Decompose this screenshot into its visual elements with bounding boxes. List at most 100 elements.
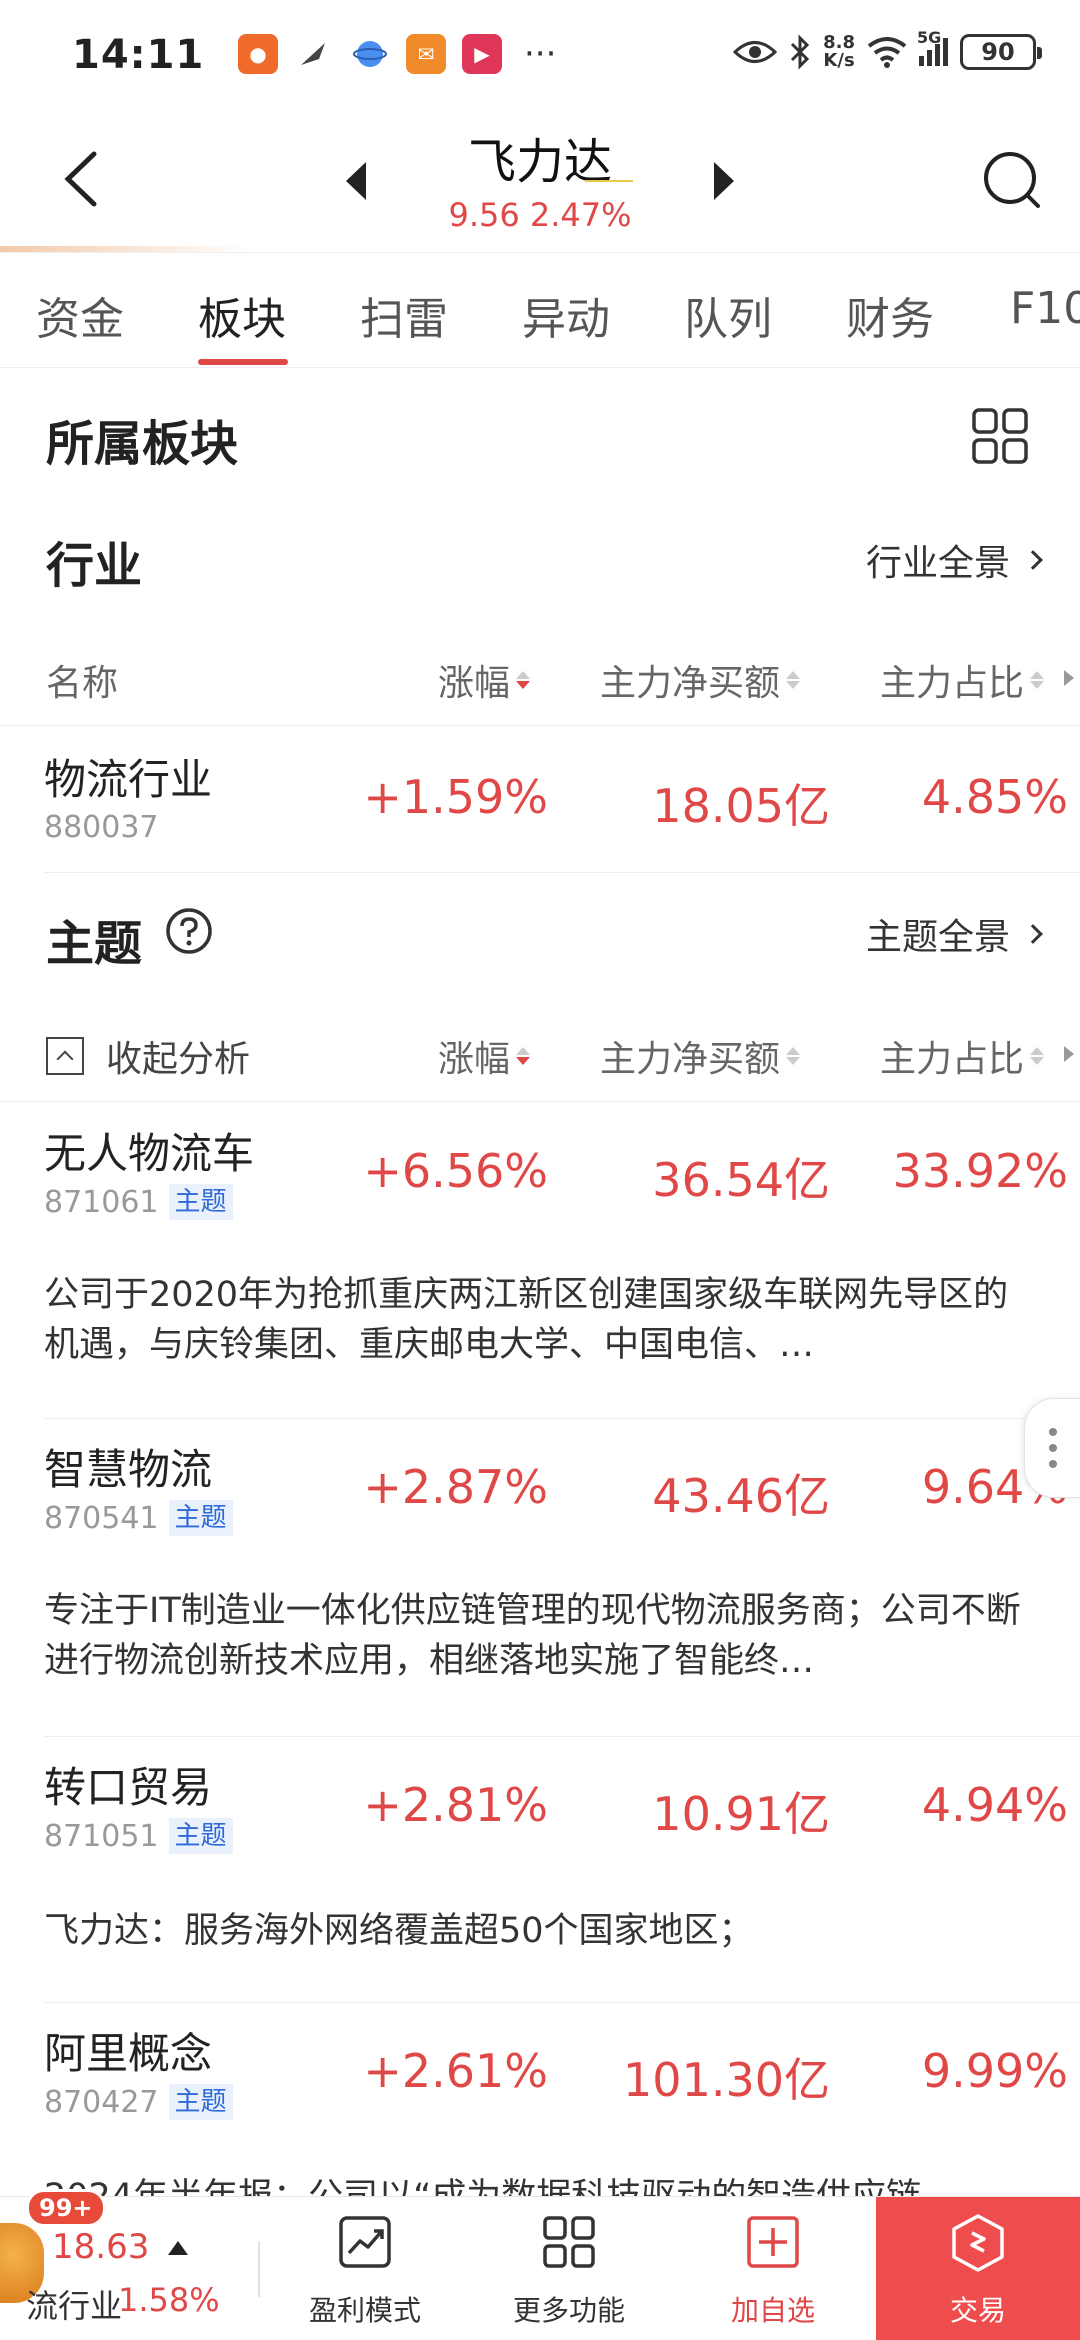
col-net-buy-sort[interactable]: 主力净买额 [600, 1030, 801, 1082]
bottom-bar: 99+ 18.63 流行业 1.58% 盈利模式 更多功能 加自选 交易 [0, 2189, 1080, 2340]
theme-net-buy: 36.54亿 [652, 1153, 830, 1207]
theme-change: +2.61% [363, 2044, 548, 2098]
theme-title: 主题 [46, 916, 143, 972]
theme-description: 2024年半年报：公司以“成为数据科技驱动的智造供应链… [44, 2172, 1034, 2196]
collapse-icon [46, 1037, 84, 1075]
theme-tag: 主题 [168, 1500, 233, 1536]
add-square-icon [747, 2216, 799, 2268]
stock-quote: 9.56 2.47% [0, 196, 1080, 234]
up-arrow-icon [168, 2241, 188, 2255]
col-net-buy-sort[interactable]: 主力净买额 [600, 654, 801, 706]
next-stock-button[interactable] [710, 156, 740, 206]
scroll-right-icon[interactable] [1064, 670, 1074, 686]
col-change-sort[interactable]: 涨幅 [438, 1030, 531, 1082]
net-speed: 8.8 K/s [823, 32, 855, 71]
profit-model-button[interactable]: 盈利模式 [280, 2197, 450, 2340]
industry-panorama-link[interactable]: 行业全景 [866, 534, 1043, 586]
theme-row[interactable]: 智慧物流 870541 主题 +2.87% 43.46亿 9.64% 专注于IT… [0, 1422, 1080, 1738]
theme-code: 870541 主题 [44, 1500, 233, 1536]
sort-icon [1030, 1047, 1045, 1065]
tab-risk-scan[interactable]: 扫雷 [360, 283, 448, 347]
trade-icon [952, 2214, 1004, 2272]
tab-sectors[interactable]: 板块 [198, 283, 286, 347]
theme-description: 飞力达：服务海外网络覆盖超50个国家地区； [44, 1911, 754, 1951]
trade-button[interactable]: 交易 [876, 2197, 1080, 2340]
theme-tag: 主题 [168, 1818, 233, 1854]
theme-code: 871061 主题 [44, 1184, 233, 1220]
stock-name-underline [585, 180, 633, 182]
theme-net-buy: 101.30亿 [623, 2053, 830, 2107]
trend-chart-icon [339, 2216, 391, 2268]
theme-change: +2.81% [363, 1778, 548, 1832]
theme-code: 870427 主题 [44, 2084, 233, 2120]
col-ratio-sort[interactable]: 主力占比 [880, 654, 1045, 706]
more-notifications-icon: ··· [524, 34, 557, 74]
chevron-right-icon [1023, 924, 1043, 944]
grid-view-icon[interactable] [970, 406, 1030, 466]
tab-unusual-moves[interactable]: 异动 [522, 283, 610, 347]
industry-column-headers: 名称 涨幅 主力净买额 主力占比 [0, 626, 1080, 726]
theme-description: 专注于IT制造业一体化供应链管理的现代物流服务商；公司不断进行物流创新技术应用，… [44, 1591, 1021, 1681]
video-app-icon: ▶ [462, 34, 502, 74]
theme-name: 智慧物流 [44, 1445, 213, 1494]
grid-icon [543, 2216, 595, 2268]
theme-change: +6.56% [363, 1144, 548, 1198]
tab-funds[interactable]: 资金 [36, 283, 124, 347]
app-notification-icon: ● [238, 34, 278, 74]
theme-ratio: 33.92% [892, 1144, 1068, 1198]
theme-name: 无人物流车 [44, 1129, 255, 1178]
status-bar: 14:11 ● ✉ ▶ ··· 8.8 K/s 5G 90 [0, 0, 1080, 110]
notification-badge: 99+ [26, 2189, 106, 2227]
theme-row[interactable]: 阿里概念 870427 主题 +2.61% 101.30亿 9.99% 2024… [0, 2006, 1080, 2196]
theme-name: 转口贸易 [44, 1763, 213, 1812]
col-change-sort[interactable]: 涨幅 [438, 654, 531, 706]
browser-app-icon [350, 34, 390, 74]
mail-app-icon: ✉ [406, 34, 446, 74]
collapse-analysis-toggle[interactable]: 收起分析 [46, 1030, 250, 1082]
theme-ratio: 9.99% [921, 2044, 1068, 2098]
theme-panorama-link[interactable]: 主题全景 [866, 908, 1043, 960]
tab-financials[interactable]: 财务 [846, 283, 934, 347]
theme-name: 阿里概念 [44, 2029, 213, 2078]
scroll-right-icon[interactable] [1064, 1046, 1074, 1062]
mini-index-widget[interactable]: 99+ 18.63 流行业 1.58% [0, 2189, 260, 2340]
sector-change: +1.59% [363, 770, 548, 824]
tab-f10[interactable]: F10 [1010, 283, 1080, 334]
mini-index-name: 流行业 [26, 2287, 123, 2325]
sector-ratio: 4.85% [921, 770, 1068, 824]
theme-net-buy: 10.91亿 [652, 1787, 830, 1841]
col-name: 名称 [46, 663, 119, 704]
industry-title: 行业 [46, 538, 143, 594]
theme-net-buy: 43.46亿 [652, 1469, 830, 1523]
floating-menu-handle[interactable] [1024, 1398, 1080, 1498]
sector-net-buy: 18.05亿 [652, 779, 830, 833]
sort-icon [786, 1047, 801, 1065]
theme-code: 871051 主题 [44, 1818, 233, 1854]
help-icon[interactable] [164, 906, 214, 956]
industry-row[interactable]: 物流行业 880037 +1.59% 18.05亿 4.85% [0, 730, 1080, 872]
active-tab-indicator [198, 359, 288, 365]
theme-ratio: 4.94% [921, 1778, 1068, 1832]
stock-header: 飞力达 9.56 2.47% [0, 110, 1080, 252]
mini-index-value: 18.63 [52, 2227, 150, 2267]
add-watchlist-button[interactable]: 加自选 [688, 2197, 858, 2340]
wifi-icon [867, 37, 907, 68]
mini-index-pct: 1.58% [118, 2281, 220, 2319]
stock-price: 9.56 [448, 196, 520, 234]
sort-desc-icon [516, 1047, 531, 1065]
divider [44, 1418, 1080, 1419]
status-time: 14:11 [72, 32, 205, 78]
col-ratio-sort[interactable]: 主力占比 [880, 1030, 1045, 1082]
notification-icons: ● ✉ ▶ ··· [238, 34, 556, 74]
search-icon[interactable] [980, 148, 1044, 212]
section-title: 所属板块 [46, 416, 239, 472]
more-functions-button[interactable]: 更多功能 [484, 2197, 654, 2340]
theme-row[interactable]: 转口贸易 871051 主题 +2.81% 10.91亿 4.94% 飞力达：服… [0, 1740, 1080, 2000]
theme-description: 公司于2020年为抢抓重庆两江新区创建国家级车联网先导区的机遇，与庆铃集团、重庆… [44, 1275, 1009, 1365]
eye-icon [733, 41, 778, 63]
theme-row[interactable]: 无人物流车 871061 主题 +6.56% 36.54亿 33.92% 公司于… [0, 1106, 1080, 1418]
theme-tag: 主题 [168, 1184, 233, 1220]
sector-code: 880037 [44, 810, 159, 845]
sort-desc-icon [516, 671, 531, 689]
tab-queue[interactable]: 队列 [684, 283, 772, 347]
